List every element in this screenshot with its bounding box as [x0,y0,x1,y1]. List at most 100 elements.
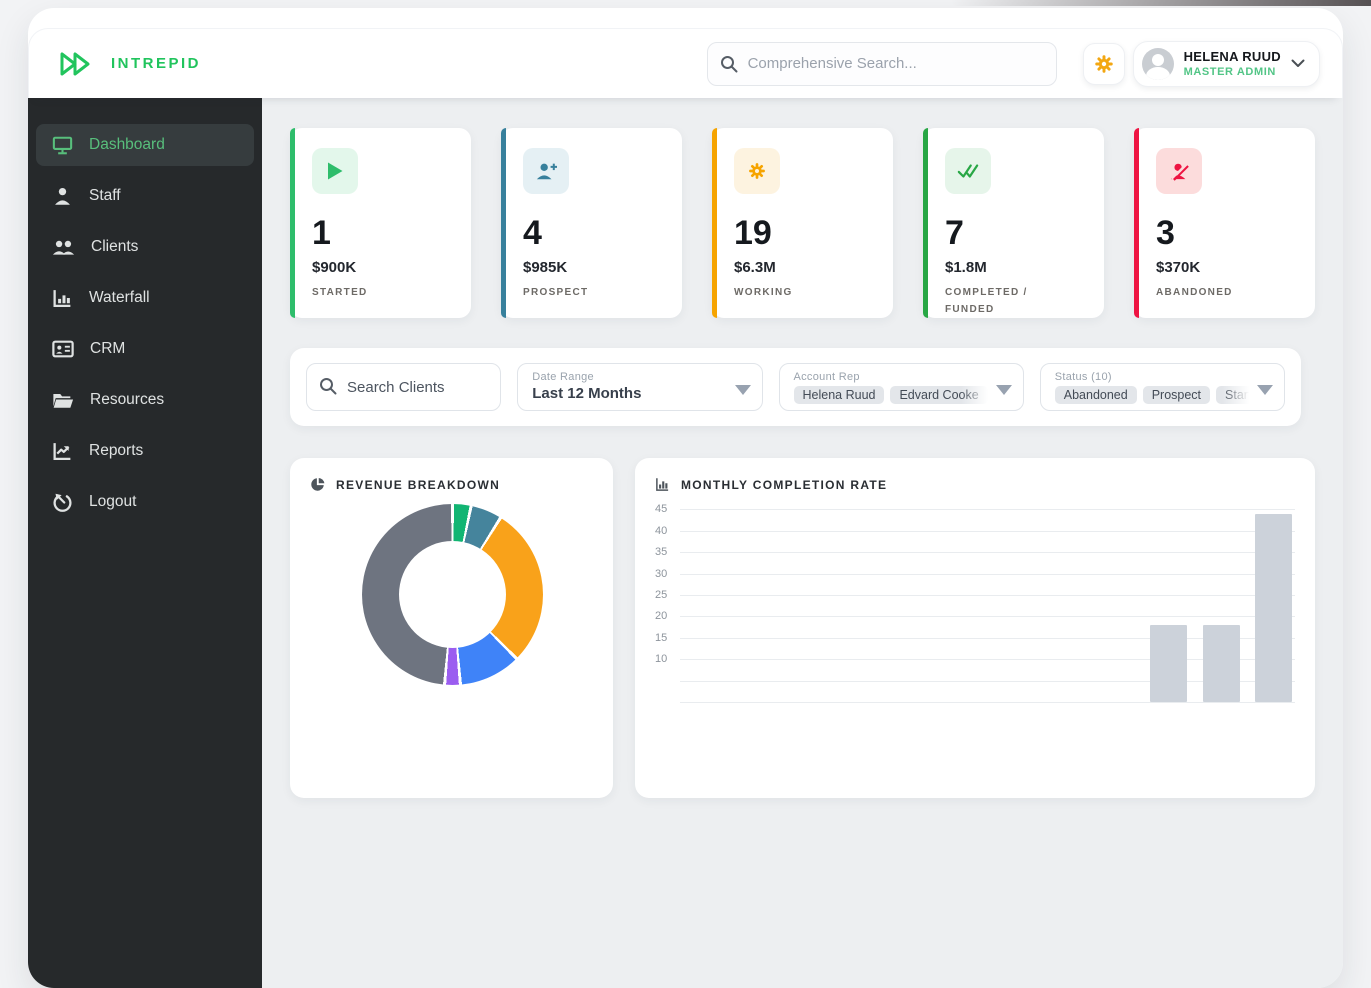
chart-title-text: MONTHLY COMPLETION RATE [681,477,888,492]
stat-amount: $985K [523,259,568,276]
stat-card-completed: 7 $1.8M COMPLETED / FUNDED [923,128,1104,318]
date-range-dropdown[interactable]: Date Range Last 12 Months [517,363,763,411]
charts-row: REVENUE BREAKDOWN MONTHLY COMPLETION RAT… [290,458,1315,798]
user-menu[interactable]: HELENA RUUD MASTER ADMIN [1132,40,1320,87]
sidebar-item-staff[interactable]: Staff [36,175,254,217]
topbar: INTREPID H [28,28,1343,98]
chevron-down-icon [1291,59,1305,67]
filter-bar: Date Range Last 12 Months Account Rep He… [290,348,1301,426]
reports-icon [53,443,71,461]
play-icon [312,148,358,194]
client-search [306,363,502,411]
main-content: 1 $900K STARTED 4 $985K PROSPECT 19 $6.3… [262,98,1343,988]
stat-amount: $1.8M [945,259,987,276]
stat-count: 4 [523,214,542,252]
stat-amount: $900K [312,259,357,276]
staff-icon [55,187,70,205]
revenue-breakdown-card: REVENUE BREAKDOWN [290,458,613,798]
settings-button[interactable] [1082,42,1125,85]
sidebar-item-waterfall[interactable]: Waterfall [36,277,254,319]
gear-icon [734,148,780,194]
status-chips: Abandoned Prospect Started [1054,386,1250,404]
global-search-input[interactable] [706,41,1057,86]
chart-title-text: REVENUE BREAKDOWN [336,477,501,492]
y-axis-tick: 15 [655,631,668,644]
stat-amount: $6.3M [734,259,776,276]
gridline [680,573,1295,575]
y-axis-tick: 35 [655,546,668,559]
double-check-icon [945,148,991,194]
dropdown-label: Date Range [532,371,594,383]
brand-logo: INTREPID [59,50,201,78]
revenue-breakdown-title: REVENUE BREAKDOWN [290,458,613,492]
revenue-donut-chart [362,504,543,685]
pie-chart-icon [311,477,325,491]
stat-label: PROSPECT [523,287,589,298]
person-slash-icon [1156,148,1202,194]
clients-icon [52,240,75,255]
sidebar-item-reports[interactable]: Reports [36,430,254,472]
crm-icon [52,340,74,358]
sidebar-item-label: Dashboard [89,136,165,153]
chevron-down-icon [1257,385,1273,395]
stat-card-abandoned: 3 $370K ABANDONED [1134,128,1315,318]
filter-chip[interactable]: Helena Ruud [793,386,885,404]
chevron-down-icon [995,385,1012,395]
stat-label: STARTED [312,287,368,298]
sidebar: Dashboard Staff Clients Waterfall CRM Re… [28,98,262,988]
user-role: MASTER ADMIN [1183,65,1276,78]
stat-count: 3 [1156,214,1175,252]
stat-card-started: 1 $900K STARTED [290,128,471,318]
y-axis-tick: 40 [655,524,668,537]
filter-chip[interactable]: Prospect [1142,386,1211,404]
user-name: HELENA RUUD [1183,49,1281,65]
account-rep-dropdown[interactable]: Account Rep Helena Ruud Edvard Cooke [778,363,1024,411]
y-axis-tick: 45 [655,503,668,516]
sidebar-item-dashboard[interactable]: Dashboard [36,124,254,166]
filter-chip[interactable]: Started [1216,386,1250,404]
completion-bar [1150,624,1188,702]
resources-folder-icon [53,394,74,408]
gridline [680,552,1295,554]
sidebar-item-resources[interactable]: Resources [36,379,254,421]
sidebar-item-logout[interactable]: Logout [36,481,254,523]
sidebar-item-crm[interactable]: CRM [36,328,254,370]
bar-chart-icon [656,478,669,491]
stat-card-working: 19 $6.3M WORKING [712,128,893,318]
person-plus-icon [523,148,569,194]
gridline [680,702,1295,703]
stat-count: 1 [312,214,331,252]
completion-bar [1255,513,1293,702]
y-axis-tick: 30 [655,567,668,580]
dropdown-value: Last 12 Months [532,385,642,402]
logo-arrows-icon [60,52,90,75]
completion-bar [1202,624,1240,702]
dropdown-label: Account Rep [793,371,860,383]
chevron-down-icon [734,385,751,395]
stat-count: 7 [945,214,964,252]
y-axis-tick: 10 [655,653,668,666]
stat-label: WORKING [734,287,793,298]
app-window: INTREPID H [28,8,1343,988]
filter-chip[interactable]: Abandoned [1054,386,1137,404]
sidebar-item-label: Waterfall [89,289,150,306]
y-axis-tick: 25 [655,588,668,601]
stat-count: 19 [734,214,772,252]
sidebar-item-clients[interactable]: Clients [36,226,254,268]
stat-card-prospect: 4 $985K PROSPECT [501,128,682,318]
filter-chip[interactable]: Edvard Cooke [890,386,988,404]
status-dropdown[interactable]: Status (10) Abandoned Prospect Started [1039,363,1285,411]
sidebar-item-label: Clients [91,238,139,255]
waterfall-icon [53,290,71,308]
monthly-completion-card: MONTHLY COMPLETION RATE 45 40 35 30 25 20 15 10 [635,458,1315,798]
sidebar-item-label: CRM [90,340,126,357]
stat-label: ABANDONED [1156,287,1233,298]
account-rep-chips: Helena Ruud Edvard Cooke [793,386,989,404]
y-axis-tick: 20 [655,610,668,623]
search-icon [720,55,738,72]
sidebar-item-label: Reports [89,442,144,459]
search-icon [320,378,337,395]
global-search [706,41,1057,86]
monthly-completion-title: MONTHLY COMPLETION RATE [635,458,1315,492]
dropdown-label: Status (10) [1054,371,1112,383]
